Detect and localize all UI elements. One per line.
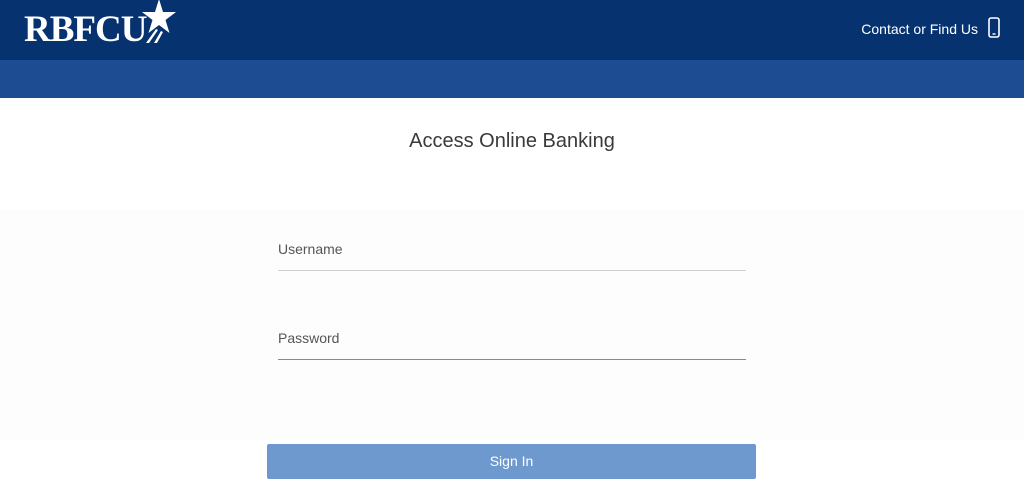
secondary-nav-bar <box>0 60 1024 98</box>
username-field <box>278 238 746 271</box>
logo-text: RBFCU <box>24 9 147 50</box>
star-icon <box>142 0 177 48</box>
contact-label: Contact or Find Us <box>861 21 978 37</box>
login-form <box>0 210 1024 440</box>
username-underline <box>278 270 746 271</box>
login-content: Access Online Banking Sign In <box>0 98 1024 504</box>
sign-in-button[interactable]: Sign In <box>267 444 756 479</box>
top-header: RBFCU Contact or Find Us <box>0 0 1024 60</box>
username-input[interactable] <box>278 238 746 260</box>
mobile-phone-icon <box>988 17 1000 41</box>
password-underline <box>278 359 746 360</box>
page-title: Access Online Banking <box>409 130 615 152</box>
password-field <box>278 327 746 360</box>
contact-or-find-us-link[interactable]: Contact or Find Us <box>861 17 1000 41</box>
rbfcu-logo[interactable]: RBFCU <box>24 0 177 50</box>
password-input[interactable] <box>278 327 746 349</box>
